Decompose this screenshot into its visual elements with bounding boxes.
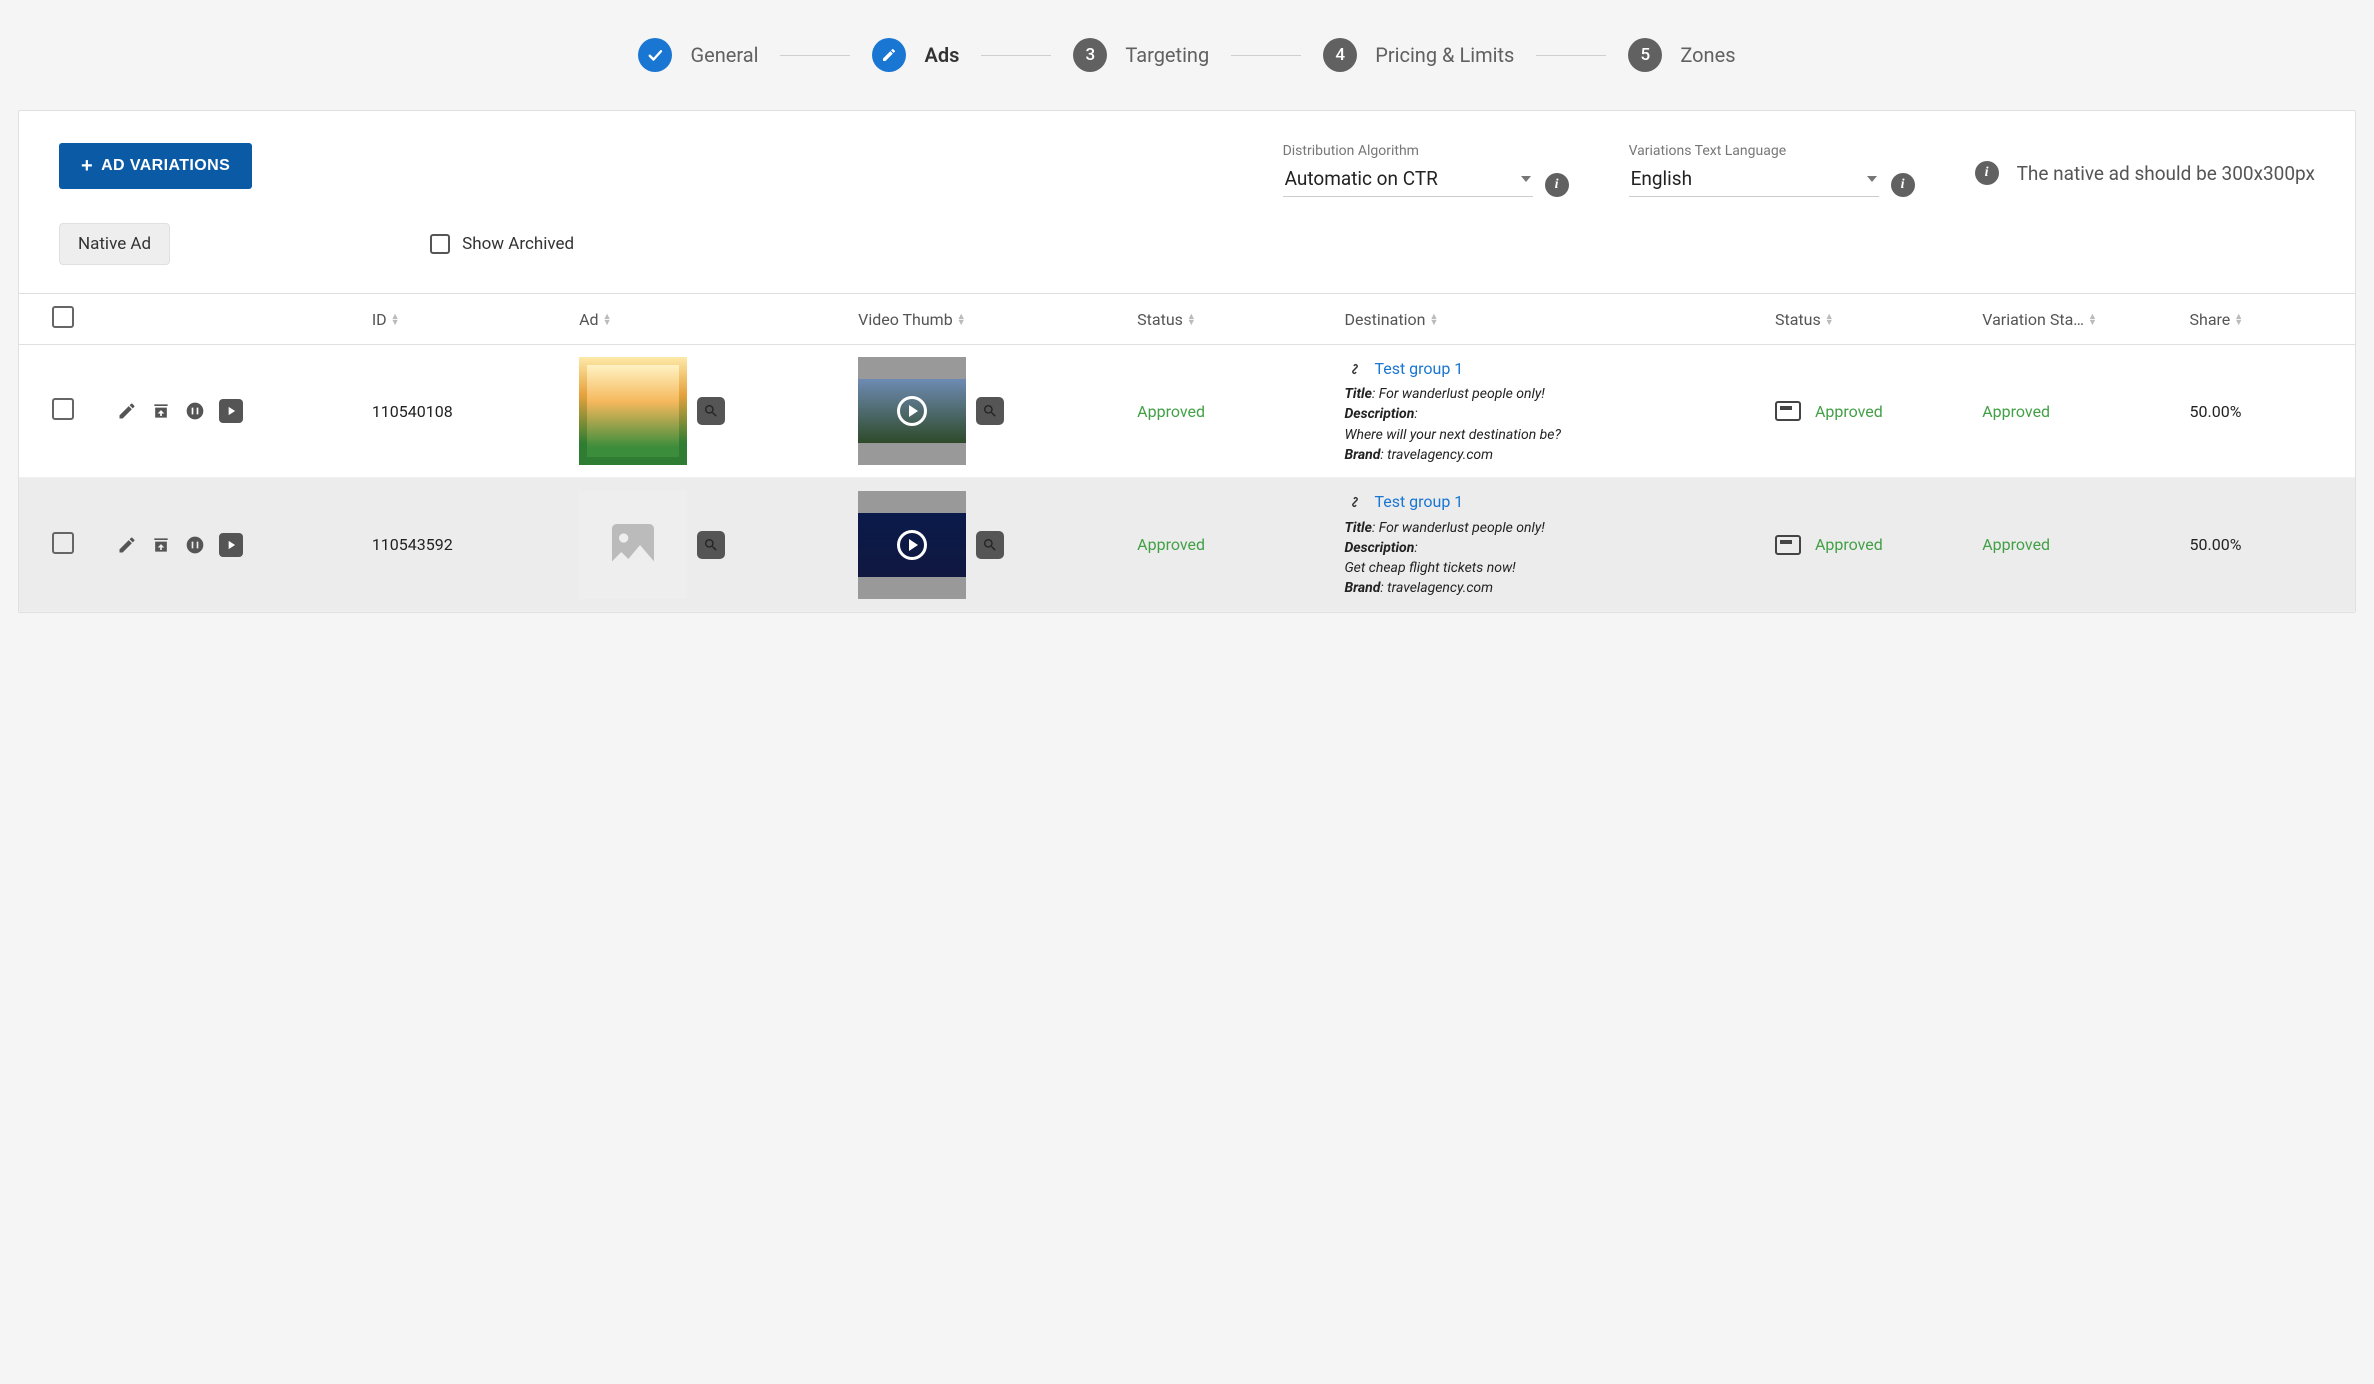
row-checkbox[interactable] xyxy=(52,532,74,554)
select-all-checkbox[interactable] xyxy=(52,306,74,328)
step-number: 5 xyxy=(1628,38,1662,72)
chevron-down-icon xyxy=(1867,176,1877,182)
sort-icon: ▲▼ xyxy=(603,314,612,326)
zoom-button[interactable] xyxy=(976,531,1004,559)
step-pricing[interactable]: 4 Pricing & Limits xyxy=(1323,38,1514,72)
destination-cell: Test group 1 Title: For wanderlust peopl… xyxy=(1344,357,1755,465)
size-note: The native ad should be 300x300px xyxy=(2017,162,2315,185)
step-label: Ads xyxy=(924,43,959,67)
video-thumbnail xyxy=(858,491,966,599)
zoom-button[interactable] xyxy=(697,531,725,559)
step-general[interactable]: General xyxy=(638,38,758,72)
play-icon[interactable] xyxy=(219,399,243,423)
video-thumbnail xyxy=(858,357,966,465)
ads-card: + AD VARIATIONS Distribution Algorithm A… xyxy=(18,110,2356,613)
distribution-label: Distribution Algorithm xyxy=(1283,143,1533,159)
ad-thumbnail xyxy=(579,357,687,465)
sort-icon: ▲▼ xyxy=(2234,314,2243,326)
zoom-button[interactable] xyxy=(697,397,725,425)
distribution-value: Automatic on CTR xyxy=(1285,167,1438,190)
info-icon[interactable]: i xyxy=(1975,161,1999,185)
step-ads[interactable]: Ads xyxy=(872,38,959,72)
test-group-link[interactable]: Test group 1 xyxy=(1374,490,1463,513)
step-divider xyxy=(1231,55,1301,56)
col-video-thumb[interactable]: Video Thumb▲▼ xyxy=(848,294,1127,345)
link-group-icon xyxy=(1344,360,1366,378)
stepper: General Ads 3 Targeting 4 Pricing & Limi… xyxy=(0,0,2374,110)
row-checkbox[interactable] xyxy=(52,398,74,420)
step-label: Targeting xyxy=(1125,43,1209,67)
status-text: Approved xyxy=(1815,402,1883,421)
filter-row: Native Ad Show Archived xyxy=(19,215,2355,293)
test-group-link[interactable]: Test group 1 xyxy=(1374,357,1463,380)
step-divider xyxy=(981,55,1051,56)
sort-icon: ▲▼ xyxy=(957,314,966,326)
add-variations-button[interactable]: + AD VARIATIONS xyxy=(59,143,252,189)
checkbox-icon xyxy=(430,234,450,254)
destination-cell: Test group 1 Title: For wanderlust peopl… xyxy=(1344,490,1755,598)
row-id: 110540108 xyxy=(362,345,569,478)
col-share[interactable]: Share▲▼ xyxy=(2180,294,2355,345)
pause-icon[interactable] xyxy=(185,535,205,555)
step-number: 4 xyxy=(1323,38,1357,72)
step-label: Pricing & Limits xyxy=(1375,43,1514,67)
card-icon xyxy=(1775,401,1801,421)
add-variations-label: AD VARIATIONS xyxy=(101,157,230,175)
table-row: 110540108 Approved Test group 1 Title: F… xyxy=(19,345,2355,478)
share-value: 50.00% xyxy=(2180,478,2355,611)
toolbar: + AD VARIATIONS Distribution Algorithm A… xyxy=(19,111,2355,215)
sort-icon: ▲▼ xyxy=(391,314,400,326)
info-icon[interactable]: i xyxy=(1545,173,1569,197)
variation-status-text: Approved xyxy=(1982,402,2050,421)
step-label: Zones xyxy=(1680,43,1735,67)
pencil-icon xyxy=(872,38,906,72)
play-icon[interactable] xyxy=(219,533,243,557)
link-group-icon xyxy=(1344,493,1366,511)
sort-icon: ▲▼ xyxy=(1429,314,1438,326)
language-value: English xyxy=(1631,167,1692,190)
step-number: 3 xyxy=(1073,38,1107,72)
step-divider xyxy=(780,55,850,56)
pause-icon[interactable] xyxy=(185,401,205,421)
col-id[interactable]: ID▲▼ xyxy=(362,294,569,345)
step-zones[interactable]: 5 Zones xyxy=(1628,38,1735,72)
chevron-down-icon xyxy=(1521,176,1531,182)
step-targeting[interactable]: 3 Targeting xyxy=(1073,38,1209,72)
step-label: General xyxy=(690,43,758,67)
edit-icon[interactable] xyxy=(117,535,137,555)
language-label: Variations Text Language xyxy=(1629,143,1879,159)
table-row: 110543592 Approved Test group 1 Title: F… xyxy=(19,478,2355,611)
share-value: 50.00% xyxy=(2180,345,2355,478)
col-status[interactable]: Status▲▼ xyxy=(1127,294,1334,345)
edit-icon[interactable] xyxy=(117,401,137,421)
row-id: 110543592 xyxy=(362,478,569,611)
status-text: Approved xyxy=(1137,402,1205,421)
ads-table: ID▲▼ Ad▲▼ Video Thumb▲▼ Status▲▼ Destina… xyxy=(19,293,2355,612)
info-icon[interactable]: i xyxy=(1891,173,1915,197)
archive-icon[interactable] xyxy=(151,401,171,421)
zoom-button[interactable] xyxy=(976,397,1004,425)
step-divider xyxy=(1536,55,1606,56)
ad-thumbnail xyxy=(579,491,687,599)
distribution-select[interactable]: Distribution Algorithm Automatic on CTR xyxy=(1283,143,1533,197)
native-ad-chip[interactable]: Native Ad xyxy=(59,223,170,265)
sort-icon: ▲▼ xyxy=(1187,314,1196,326)
col-variation-status[interactable]: Variation Sta…▲▼ xyxy=(1972,294,2179,345)
variation-status-text: Approved xyxy=(1982,535,2050,554)
col-ad[interactable]: Ad▲▼ xyxy=(569,294,848,345)
sort-icon: ▲▼ xyxy=(2088,314,2097,326)
language-select[interactable]: Variations Text Language English xyxy=(1629,143,1879,197)
show-archived-checkbox[interactable]: Show Archived xyxy=(430,234,574,254)
play-overlay-icon xyxy=(897,530,927,560)
show-archived-label: Show Archived xyxy=(462,234,574,254)
status-text: Approved xyxy=(1815,535,1883,554)
card-icon xyxy=(1775,535,1801,555)
check-icon xyxy=(638,38,672,72)
sort-icon: ▲▼ xyxy=(1825,314,1834,326)
plus-icon: + xyxy=(81,156,93,176)
status-text: Approved xyxy=(1137,535,1205,554)
col-destination[interactable]: Destination▲▼ xyxy=(1334,294,1765,345)
archive-icon[interactable] xyxy=(151,535,171,555)
col-status2[interactable]: Status▲▼ xyxy=(1765,294,1972,345)
